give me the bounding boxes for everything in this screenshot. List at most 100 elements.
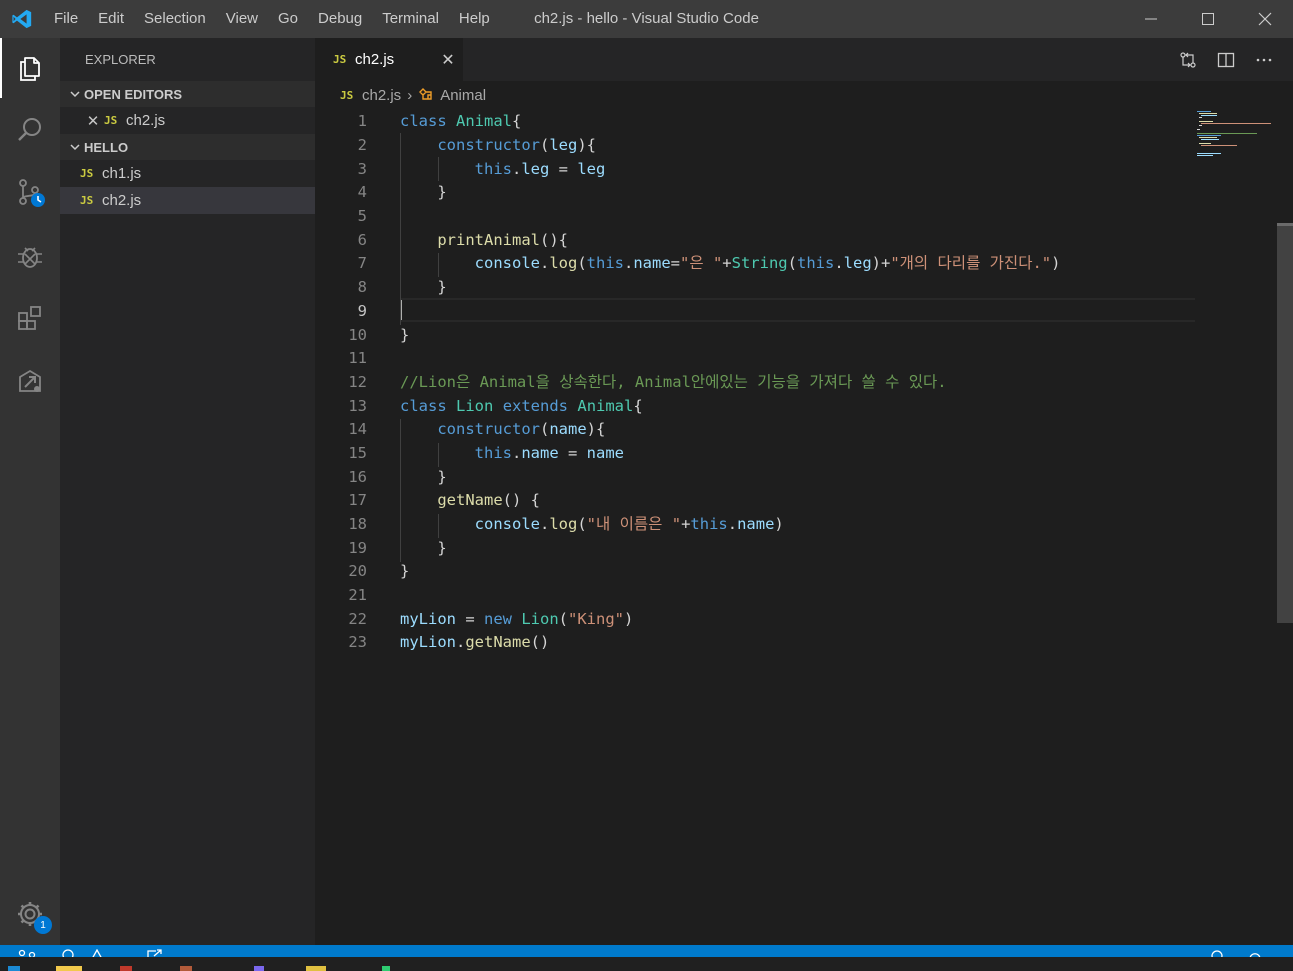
taskbar-app-icon[interactable] — [254, 966, 264, 971]
line-number: 12 — [348, 373, 367, 391]
os-taskbar — [0, 957, 1293, 971]
maximize-button[interactable] — [1179, 0, 1236, 38]
editor-actions — [1177, 38, 1275, 81]
code-line: } — [400, 326, 410, 344]
menu-file[interactable]: File — [44, 0, 88, 38]
file-name: ch2.js — [102, 192, 142, 209]
taskbar-app-icon[interactable] — [120, 966, 132, 971]
line-number: 10 — [348, 326, 367, 344]
menu-help[interactable]: Help — [449, 0, 500, 38]
taskbar-app-icon[interactable] — [382, 966, 390, 971]
open-editors-section[interactable]: OPEN EDITORS — [60, 81, 315, 107]
code-line: //Lion은 Animal을 상속한다, Animal안에있는 기능을 가져다… — [400, 373, 947, 391]
line-number: 23 — [348, 633, 367, 651]
vertical-scrollbar[interactable] — [1277, 109, 1293, 945]
minimap-line — [1201, 145, 1237, 146]
folder-label: HELLO — [84, 139, 129, 155]
menu-selection[interactable]: Selection — [134, 0, 216, 38]
minimap-line — [1197, 155, 1213, 156]
minimap-line — [1197, 133, 1257, 134]
activity-search[interactable] — [0, 100, 60, 160]
minimap-line — [1199, 121, 1213, 122]
menu-bar: File Edit Selection View Go Debug Termin… — [44, 0, 500, 38]
current-line-highlight — [400, 298, 1195, 322]
activity-extensions[interactable] — [0, 288, 60, 348]
files-icon — [20, 57, 40, 81]
vscode-logo-icon — [0, 0, 44, 38]
file-item-ch2[interactable]: JS ch2.js — [60, 187, 315, 214]
menu-go[interactable]: Go — [268, 0, 308, 38]
taskbar-app-icon[interactable] — [8, 966, 20, 971]
chevron-right-icon: › — [407, 86, 413, 104]
tab-ch2[interactable]: JS ch2.js ✕ — [315, 38, 463, 81]
line-number: 13 — [348, 397, 367, 415]
minimap[interactable] — [1195, 109, 1277, 169]
line-number: 5 — [357, 207, 367, 225]
code-line: printAnimal(){ — [437, 231, 568, 249]
file-item-ch1[interactable]: JS ch1.js — [60, 160, 315, 187]
scrollbar-thumb[interactable] — [1277, 226, 1293, 623]
minimap-line — [1199, 113, 1217, 114]
code-line: } — [400, 539, 447, 557]
code-line: getName() { — [437, 491, 540, 509]
breadcrumb-symbol[interactable]: Animal — [440, 87, 486, 104]
minimap-line — [1197, 153, 1221, 154]
line-number: 9 — [357, 302, 367, 320]
activity-manage[interactable]: 1 — [0, 884, 60, 944]
split-editor-button[interactable] — [1215, 49, 1237, 71]
menu-view[interactable]: View — [216, 0, 268, 38]
breadcrumb-file[interactable]: ch2.js — [362, 87, 401, 104]
code-line: console.log("내 이름은 "+this.name) — [474, 515, 784, 533]
remote-explorer-icon — [19, 369, 41, 392]
debug-bug-icon — [18, 247, 42, 268]
code-line: constructor(name){ — [437, 420, 606, 438]
js-file-icon: JS — [104, 114, 118, 127]
code-editor[interactable]: 1 2 3 4 5 6 7 8 9 10 11 12 13 14 15 16 1… — [315, 109, 1195, 945]
line-number: 3 — [357, 160, 367, 178]
line-number: 2 — [357, 136, 367, 154]
minimize-icon — [1144, 18, 1157, 20]
code-line: this.leg = leg — [474, 160, 606, 178]
menu-edit[interactable]: Edit — [88, 0, 134, 38]
line-number: 16 — [348, 468, 367, 486]
menu-terminal[interactable]: Terminal — [372, 0, 449, 38]
js-file-icon: JS — [340, 88, 354, 102]
window-controls — [1122, 0, 1293, 38]
file-name: ch1.js — [102, 165, 142, 182]
line-number: 11 — [348, 349, 367, 367]
taskbar-app-icon[interactable] — [56, 966, 82, 971]
activity-source-control[interactable] — [0, 162, 60, 222]
close-window-button[interactable] — [1236, 0, 1293, 38]
line-number: 6 — [357, 231, 367, 249]
code-line: class Lion extends Animal{ — [400, 397, 643, 415]
code-line: } — [400, 278, 447, 296]
code-line: } — [400, 562, 410, 580]
chevron-down-icon — [66, 141, 84, 153]
menu-debug[interactable]: Debug — [308, 0, 372, 38]
compare-changes-icon — [1180, 51, 1196, 68]
activity-debug[interactable] — [0, 226, 60, 286]
open-editor-item[interactable]: ✕ JS ch2.js — [60, 107, 315, 134]
taskbar-app-icon[interactable] — [180, 966, 192, 971]
class-symbol-icon — [419, 88, 432, 100]
minimap-line — [1201, 115, 1217, 116]
close-icon[interactable]: ✕ — [82, 112, 104, 130]
minimize-button[interactable] — [1122, 0, 1179, 38]
title-bar: File Edit Selection View Go Debug Termin… — [0, 0, 1293, 38]
code-line: class Animal{ — [400, 112, 522, 130]
more-actions-button[interactable] — [1253, 49, 1275, 71]
minimap-line — [1199, 137, 1217, 138]
active-indicator — [0, 38, 2, 98]
hello-folder-section[interactable]: HELLO — [60, 134, 315, 160]
open-editor-name: ch2.js — [126, 112, 166, 129]
line-number: 20 — [348, 562, 367, 580]
taskbar-app-icon[interactable] — [306, 966, 326, 971]
line-number: 4 — [357, 183, 367, 201]
js-file-icon: JS — [80, 194, 94, 207]
tab-close-icon[interactable]: ✕ — [433, 50, 463, 70]
minimap-line — [1199, 125, 1202, 126]
close-icon — [1258, 12, 1271, 26]
open-changes-button[interactable] — [1177, 49, 1199, 71]
activity-explorer[interactable] — [0, 38, 60, 98]
activity-remote-explorer[interactable] — [0, 351, 60, 411]
